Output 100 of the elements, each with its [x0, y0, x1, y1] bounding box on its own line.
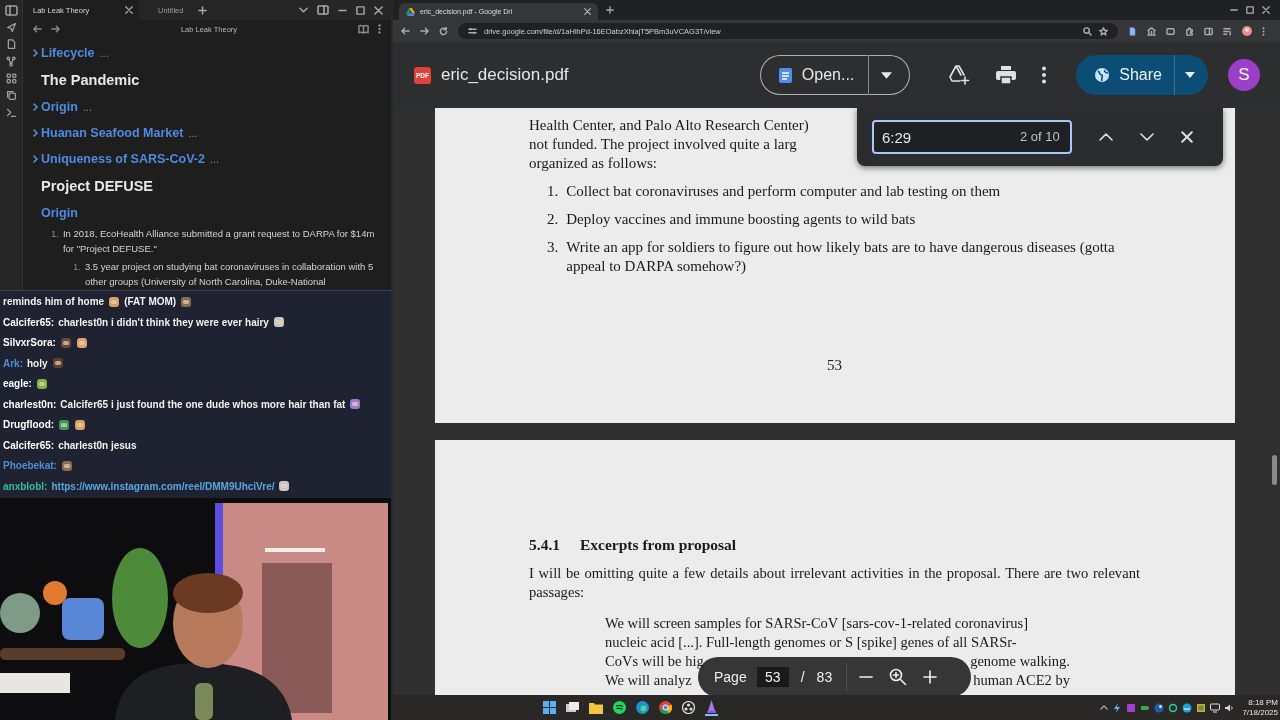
- chat-link[interactable]: https://www.instagram.com/reel/DMM9UhciVre/: [51, 478, 275, 494]
- username[interactable]: anxblobl:: [3, 478, 48, 494]
- star-icon[interactable]: [1099, 26, 1108, 36]
- puzzle-icon[interactable]: [1185, 26, 1194, 36]
- volume-icon[interactable]: [1224, 702, 1235, 713]
- clock-date[interactable]: 7/18/2025: [1242, 707, 1278, 718]
- more-icon[interactable]: [378, 24, 381, 34]
- site-settings-icon[interactable]: [468, 27, 477, 35]
- back-arrow-icon[interactable]: [33, 25, 42, 33]
- page-label: Page: [714, 669, 747, 685]
- fold-marker[interactable]: ...: [188, 127, 198, 139]
- wizard-app-icon[interactable]: [705, 699, 718, 716]
- chrome-icon[interactable]: [659, 701, 672, 714]
- zoom-in-icon[interactable]: [923, 670, 938, 684]
- back-arrow-icon[interactable]: [401, 27, 410, 35]
- share-button[interactable]: Share: [1076, 55, 1174, 95]
- bank-icon[interactable]: [1147, 26, 1156, 36]
- subheading[interactable]: Uniqueness of SARS-CoV-2: [33, 152, 205, 166]
- username[interactable]: Drugflood:: [3, 417, 55, 433]
- start-icon[interactable]: [543, 701, 556, 714]
- record-app-icon[interactable]: [682, 701, 695, 714]
- username[interactable]: Ark:: [3, 355, 23, 371]
- side-panel-icon[interactable]: [1204, 26, 1213, 36]
- page-number-field[interactable]: 53: [756, 667, 789, 687]
- username[interactable]: charlest0n:: [3, 396, 57, 412]
- terminal-icon[interactable]: [5, 107, 17, 118]
- chevron-down-icon[interactable]: [299, 7, 308, 13]
- globe-icon: [1094, 67, 1111, 83]
- doc-icon[interactable]: [1128, 26, 1137, 36]
- subheading[interactable]: Lifecycle: [33, 46, 95, 60]
- caret-icon[interactable]: [1184, 70, 1195, 80]
- zoom-icon[interactable]: [889, 668, 908, 686]
- document-text: not funded. The project involved quite a larg: [529, 135, 797, 154]
- send-icon[interactable]: [5, 22, 17, 33]
- minimize-icon[interactable]: [1230, 6, 1238, 14]
- caret-icon[interactable]: [880, 69, 892, 81]
- chat-message: Calcifer65 i just found the one dude whos more hair than fat: [60, 397, 346, 412]
- tab-close-icon[interactable]: [584, 8, 591, 15]
- subheading[interactable]: Huanan Seafood Market: [33, 126, 184, 140]
- paragraph: I will be omitting quite a few details about irrelevant activities in the proposal. There are two relevant passages:: [529, 564, 1140, 602]
- print-icon[interactable]: [996, 66, 1017, 84]
- share-menu-button[interactable]: [1174, 55, 1208, 95]
- more-icon[interactable]: [1262, 26, 1265, 36]
- clock-time[interactable]: 8:18 PM: [1248, 697, 1278, 708]
- browser-icon[interactable]: [636, 701, 649, 714]
- photo-app-icon[interactable]: [1196, 702, 1207, 713]
- new-tab-icon[interactable]: [198, 5, 208, 15]
- list-item-text: Write an app for soldiers to figure out how likely bats are to have dangerous diseases (gotta appeal to DARPA somehow?): [566, 238, 1116, 276]
- media-icon[interactable]: [1223, 26, 1232, 36]
- profile-avatar-icon[interactable]: [1242, 26, 1252, 36]
- next-match-icon[interactable]: [1140, 133, 1154, 141]
- music-app-icon[interactable]: [613, 701, 626, 714]
- ring-icon[interactable]: [1168, 702, 1179, 713]
- maximize-icon[interactable]: [1246, 6, 1254, 14]
- maximize-icon[interactable]: [356, 5, 365, 15]
- forward-arrow-icon[interactable]: [51, 25, 60, 33]
- lightning-icon[interactable]: [1112, 702, 1123, 713]
- split-view-icon[interactable]: [317, 5, 329, 15]
- username[interactable]: Calcifer65:: [3, 437, 55, 453]
- file-icon[interactable]: [5, 39, 17, 50]
- username[interactable]: SilvxrSora:: [3, 335, 56, 351]
- page-total: 83: [816, 669, 833, 685]
- list-item-text: Collect bat coronaviruses and perform computer and lab testing on them: [566, 182, 1001, 201]
- zoom-icon[interactable]: [1083, 26, 1092, 36]
- close-icon[interactable]: [374, 5, 383, 15]
- add-to-drive-icon[interactable]: [948, 65, 971, 85]
- chevron-right-icon[interactable]: [33, 129, 38, 137]
- username[interactable]: Phoebekat:: [3, 458, 57, 474]
- username[interactable]: Calcifer65:: [3, 314, 55, 330]
- fold-marker[interactable]: ...: [209, 153, 220, 165]
- username[interactable]: eagle:: [3, 376, 32, 392]
- document-text: organized as follows:: [529, 154, 658, 173]
- fold-marker[interactable]: ...: [99, 47, 109, 59]
- chevron-right-icon[interactable]: [33, 155, 38, 163]
- chevron-right-icon[interactable]: [33, 103, 38, 111]
- chevron-up-icon[interactable]: [1100, 705, 1109, 710]
- emote-icon: [349, 398, 362, 411]
- forward-arrow-icon[interactable]: [420, 27, 429, 35]
- book-icon[interactable]: [358, 24, 369, 34]
- subheading[interactable]: Origin: [33, 206, 78, 220]
- account-avatar[interactable]: S: [1228, 59, 1260, 91]
- page-number: 53: [826, 357, 843, 374]
- scrollbar-thumb[interactable]: [1272, 455, 1277, 485]
- folder-icon[interactable]: [589, 701, 603, 714]
- fold-marker[interactable]: ...: [82, 101, 92, 113]
- grid-icon[interactable]: [5, 73, 17, 84]
- previous-match-icon[interactable]: [1099, 133, 1113, 141]
- list-item-text: 3.5 year project on studying bat coronaviruses in collaboration with 5 other groups (University of North Carolina, Duke-National: [84, 260, 375, 289]
- sidebar-toggle-icon[interactable]: [4, 5, 18, 16]
- chevron-right-icon[interactable]: [33, 49, 38, 57]
- more-icon[interactable]: [1042, 66, 1047, 84]
- close-icon[interactable]: [1262, 6, 1270, 14]
- network-icon[interactable]: [1210, 702, 1221, 713]
- task-view-icon[interactable]: [566, 701, 579, 714]
- reload-icon[interactable]: [439, 26, 448, 36]
- new-tab-icon[interactable]: [606, 6, 614, 14]
- subheading[interactable]: Origin: [33, 100, 78, 114]
- copy-icon[interactable]: [5, 90, 17, 101]
- graph-icon[interactable]: [5, 56, 17, 67]
- tab-close-icon[interactable]: [125, 6, 133, 14]
